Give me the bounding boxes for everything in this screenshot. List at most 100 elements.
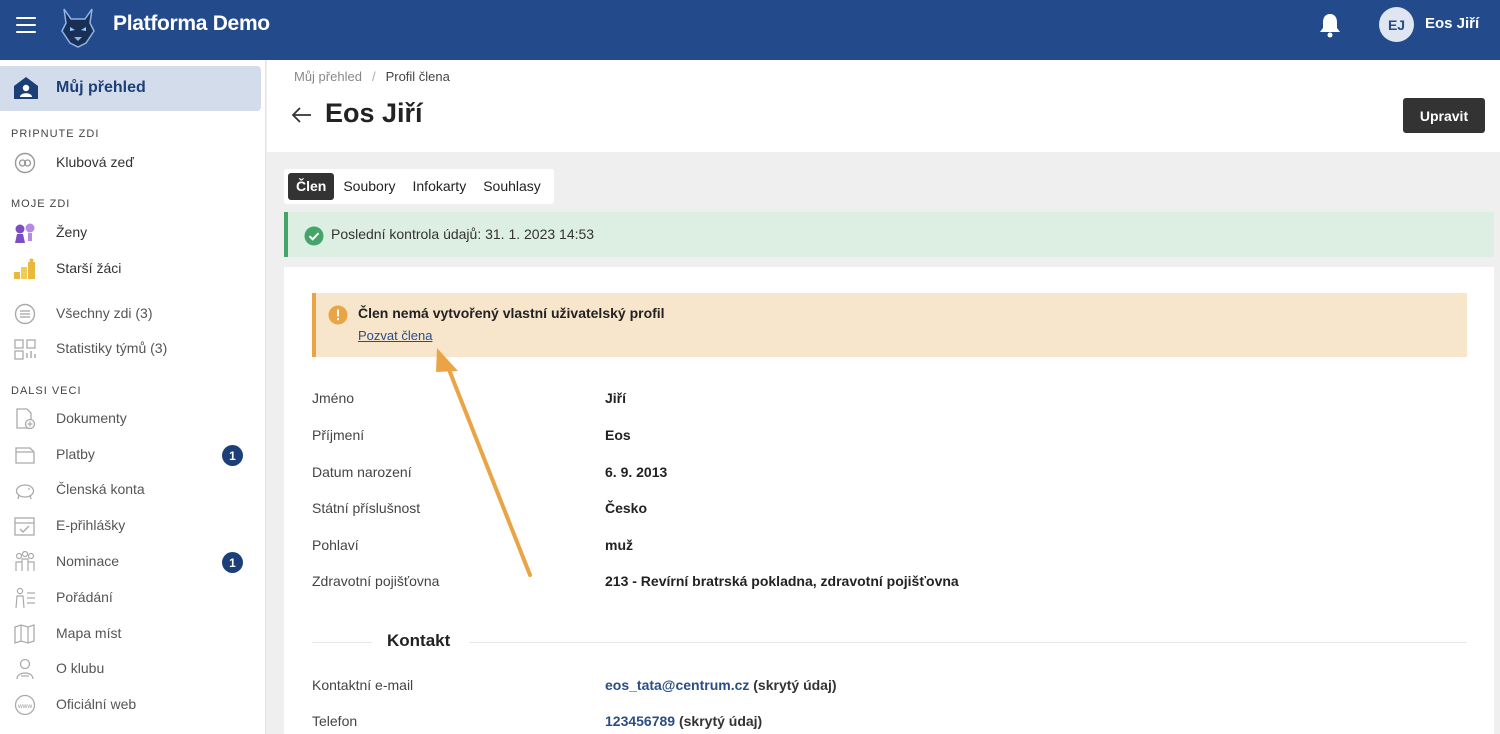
detail-value: eos_tata@centrum.cz (skrytý údaj) <box>605 677 837 693</box>
sidebar-item-label: Starší žáci <box>56 260 122 276</box>
top-bar: Platforma Demo EJ Eos Jiří <box>0 0 1500 60</box>
hamburger-menu-icon[interactable] <box>16 17 36 33</box>
www-icon: www <box>14 694 36 716</box>
sidebar-item-label: Můj přehled <box>56 79 146 96</box>
sidebar-item-label: Pořádání <box>56 589 113 605</box>
detail-value: 213 - Revírní bratrská pokladna, zdravot… <box>605 573 959 589</box>
nominations-count-badge: 1 <box>222 552 243 573</box>
payments-count-badge: 1 <box>222 445 243 466</box>
page-title: Eos Jiří <box>325 98 423 128</box>
success-alert-text: Poslední kontrola údajů: 31. 1. 2023 14:… <box>331 226 595 242</box>
detail-value: Česko <box>605 500 648 516</box>
detail-label: Telefon <box>312 713 358 729</box>
breadcrumb-separator: / <box>371 69 376 84</box>
page-header: Můj přehled / Profil člena Eos Jiří Upravi… <box>267 60 1500 152</box>
sidebar-item-older-pupils[interactable]: Starší žáci <box>0 254 261 284</box>
sidebar-item-label: O klubu <box>56 660 105 676</box>
user-name[interactable]: Eos Jiří <box>1425 15 1479 32</box>
sidebar-item-payments[interactable]: Platby 1 <box>0 440 261 470</box>
sidebar-item-all-walls[interactable]: Všechny zdi (3) <box>0 299 261 329</box>
sidebar-item-nominations[interactable]: Nominace 1 <box>0 547 261 577</box>
sidebar-item-label: Ženy <box>56 224 88 240</box>
detail-value: Jiří <box>605 390 627 406</box>
sidebar-item-about-club[interactable]: O klubu <box>0 654 261 684</box>
detail-row-gender: Pohlaví muž <box>312 537 1462 559</box>
sidebar-item-label: Oficiální web <box>56 696 137 712</box>
detail-value: 6. 9. 2013 <box>605 464 668 480</box>
tab-consents[interactable]: Souhlasy <box>475 173 549 200</box>
older-pupils-icon <box>14 258 35 279</box>
sidebar-item-documents[interactable]: Dokumenty <box>0 404 261 434</box>
hidden-note: (skrytý údaj) <box>678 713 763 729</box>
invite-member-link[interactable]: Pozvat člena <box>358 328 432 343</box>
detail-row-first-name: Jméno Jiří <box>312 390 1462 412</box>
team-stats-icon <box>14 339 36 360</box>
warning-alert-title: Člen nemá vytvořený vlastní uživatelský … <box>358 305 665 321</box>
detail-label: Státní příslušnost <box>312 500 421 516</box>
tab-bar: Člen Soubory Infokarty Souhlasy <box>284 169 554 204</box>
detail-row-last-name: Příjmení Eos <box>312 427 1462 449</box>
sidebar-item-organizing[interactable]: Pořádání <box>0 583 261 613</box>
detail-label: Zdravotní pojišťovna <box>312 573 440 589</box>
detail-label: Příjmení <box>312 427 365 443</box>
avatar[interactable]: EJ <box>1379 7 1414 42</box>
women-icon <box>15 223 35 243</box>
contact-section-title: Kontakt <box>387 631 451 650</box>
detail-label: Kontaktní e-mail <box>312 677 414 693</box>
detail-label: Jméno <box>312 390 355 406</box>
calendar-check-icon <box>14 517 35 536</box>
tab-infocards[interactable]: Infokarty <box>405 173 475 200</box>
section-pinned-walls: PRIPNUTE ZDI <box>11 128 100 140</box>
warning-icon <box>328 305 348 325</box>
sidebar-item-team-stats[interactable]: Statistiky týmů (3) <box>0 334 261 364</box>
sidebar-item-club-wall[interactable]: Klubová zeď <box>0 148 261 178</box>
detail-row-health-insurance: Zdravotní pojišťovna 213 - Revírní bratr… <box>312 573 1462 595</box>
home-icon <box>14 77 38 99</box>
tab-files[interactable]: Soubory <box>335 173 403 200</box>
detail-row-contact-email: Kontaktní e-mail eos_tata@centrum.cz (sk… <box>312 677 1462 699</box>
detail-label: Pohlaví <box>312 537 359 553</box>
sidebar-item-label: Mapa míst <box>56 625 122 641</box>
svg-text:www: www <box>17 703 32 710</box>
club-wall-icon <box>14 152 36 174</box>
sidebar-item-official-web[interactable]: www Oficiální web <box>0 690 261 720</box>
organizing-icon <box>15 587 35 609</box>
warning-alert: Člen nemá vytvořený vlastní uživatelský … <box>312 293 1467 357</box>
detail-row-nationality: Státní příslušnost Česko <box>312 500 1462 522</box>
phone-link[interactable]: 123456789 <box>605 713 675 729</box>
app-title[interactable]: Platforma Demo <box>113 12 270 36</box>
list-icon <box>14 303 36 325</box>
sidebar-item-label: Klubová zeď <box>56 154 134 170</box>
detail-value: Eos <box>605 427 631 443</box>
section-divider <box>312 642 372 643</box>
sidebar-item-e-applications[interactable]: E-přihlášky <box>0 511 261 541</box>
sidebar: Můj přehled PRIPNUTE ZDI Klubová zeď MOJ… <box>0 60 266 734</box>
notification-bell-icon[interactable] <box>1318 12 1342 38</box>
sidebar-item-label: Členská konta <box>56 481 145 497</box>
sidebar-item-member-accounts[interactable]: Členská konta <box>0 475 261 505</box>
sidebar-item-label: Platby <box>56 446 95 462</box>
documents-icon <box>16 408 36 430</box>
sidebar-item-label: Všechny zdi (3) <box>56 305 153 321</box>
detail-value: 123456789 (skrytý údaj) <box>605 713 762 729</box>
edit-button[interactable]: Upravit <box>1403 98 1485 133</box>
detail-label: Datum narození <box>312 464 412 480</box>
email-link[interactable]: eos_tata@centrum.cz <box>605 677 749 693</box>
sidebar-item-map[interactable]: Mapa míst <box>0 619 261 649</box>
sidebar-item-label: Dokumenty <box>56 410 127 426</box>
about-club-icon <box>16 658 34 680</box>
sidebar-item-label: Statistiky týmů (3) <box>56 340 168 356</box>
nomination-icon <box>15 551 35 571</box>
breadcrumb-root-link[interactable]: Můj přehled <box>294 69 362 84</box>
wolf-logo-icon <box>61 8 95 48</box>
sidebar-item-women[interactable]: Ženy <box>0 218 261 248</box>
sidebar-item-label: Nominace <box>56 553 120 569</box>
sidebar-item-dashboard[interactable]: Můj přehled <box>0 66 261 111</box>
detail-row-phone: Telefon 123456789 (skrytý údaj) <box>312 713 1462 734</box>
tab-member[interactable]: Člen <box>288 173 335 200</box>
success-alert: Poslední kontrola údajů: 31. 1. 2023 14:… <box>284 212 1494 257</box>
breadcrumb: Můj přehled / Profil člena <box>294 69 450 84</box>
back-arrow-icon[interactable] <box>291 106 313 124</box>
hidden-note: (skrytý údaj) <box>753 677 837 693</box>
payments-icon <box>15 447 35 464</box>
